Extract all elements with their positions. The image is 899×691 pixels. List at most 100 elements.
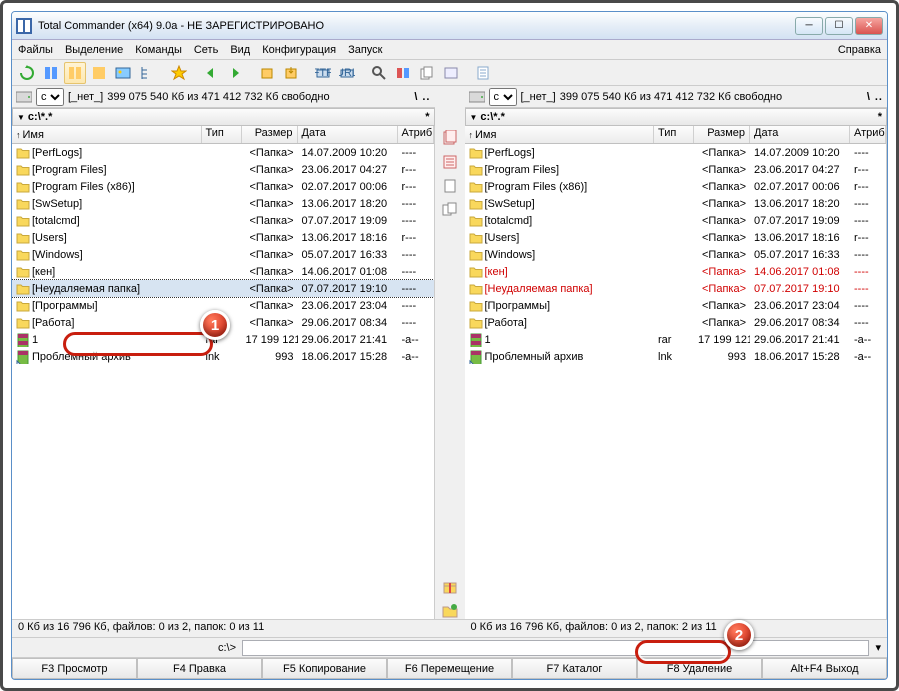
- left-drive-bar: c [_нет_] 399 075 540 Кб из 471 412 732 …: [12, 86, 435, 108]
- titlebar[interactable]: Total Commander (x64) 9.0a - НЕ ЗАРЕГИСТ…: [12, 12, 887, 40]
- svg-text:FTP: FTP: [315, 67, 331, 79]
- minimize-button[interactable]: ─: [795, 17, 823, 35]
- rar-icon: [469, 333, 483, 347]
- cmd-dropdown-icon[interactable]: ▾: [875, 641, 881, 654]
- left-file-list[interactable]: [PerfLogs]<Папка>14.07.2009 10:20----[Pr…: [12, 144, 434, 619]
- star-icon[interactable]: *: [878, 111, 882, 123]
- maximize-button[interactable]: ☐: [825, 17, 853, 35]
- right-path[interactable]: ▼c:\*.* *: [465, 108, 888, 126]
- left-panel: ↑Имя Тип Размер Дата Атриб [PerfLogs]<Па…: [12, 126, 435, 619]
- right-header[interactable]: ↑Имя Тип Размер Дата Атриб: [465, 126, 887, 144]
- file-row[interactable]: [Windows]<Папка>05.07.2017 16:33----: [465, 246, 887, 263]
- folder-icon: [469, 197, 483, 211]
- folder-icon: [469, 180, 483, 194]
- fkey-8[interactable]: F8 Удаление: [637, 658, 762, 679]
- left-root-button[interactable]: \: [414, 91, 418, 103]
- grid1-button[interactable]: [40, 62, 62, 84]
- fkey-5[interactable]: F5 Копирование: [262, 658, 387, 679]
- file-row[interactable]: [Неудаляемая папка]<Папка>07.07.2017 19:…: [12, 280, 434, 297]
- file-row[interactable]: [totalcmd]<Папка>07.07.2017 19:09----: [12, 212, 434, 229]
- right-drive-select[interactable]: c: [489, 88, 517, 106]
- pack-button[interactable]: [256, 62, 278, 84]
- dir-button[interactable]: [440, 62, 462, 84]
- file-row[interactable]: [Program Files (x86)]<Папка>02.07.2017 0…: [465, 178, 887, 195]
- rar-icon: [16, 333, 30, 347]
- folder-icon: [469, 146, 483, 160]
- grid3-button[interactable]: [88, 62, 110, 84]
- folder-icon: [16, 180, 30, 194]
- cmd-input[interactable]: [242, 640, 869, 656]
- right-file-list[interactable]: [PerfLogs]<Папка>14.07.2009 10:20----[Pr…: [465, 144, 887, 619]
- file-row[interactable]: [Программы]<Папка>23.06.2017 23:04----: [465, 297, 887, 314]
- left-header[interactable]: ↑Имя Тип Размер Дата Атриб: [12, 126, 434, 144]
- folder-icon: [16, 316, 30, 330]
- right-root-button[interactable]: \: [867, 91, 871, 103]
- cmd-prompt: c:\>: [218, 642, 236, 654]
- file-row[interactable]: [Program Files (x86)]<Папка>02.07.2017 0…: [12, 178, 434, 195]
- file-row[interactable]: 1rar17 199 12129.06.2017 21:41-a--: [465, 331, 887, 348]
- folder-add-icon[interactable]: [442, 603, 458, 619]
- file-row[interactable]: [кен]<Папка>14.06.2017 01:08----: [12, 263, 434, 280]
- left-drive-select[interactable]: c: [36, 88, 64, 106]
- left-path[interactable]: ▼c:\*.* *: [12, 108, 435, 126]
- menu-files[interactable]: Файлы: [18, 44, 53, 56]
- file-row[interactable]: [кен]<Папка>14.06.2017 01:08----: [465, 263, 887, 280]
- copy-button[interactable]: [416, 62, 438, 84]
- menu-config[interactable]: Конфигурация: [262, 44, 336, 56]
- fkey-4[interactable]: F4 Правка: [137, 658, 262, 679]
- url-button[interactable]: URL: [336, 62, 358, 84]
- file-row[interactable]: [SwSetup]<Папка>13.06.2017 18:20----: [465, 195, 887, 212]
- fkey-3[interactable]: F3 Просмотр: [12, 658, 137, 679]
- file-row[interactable]: [Program Files]<Папка>23.06.2017 04:27r-…: [465, 161, 887, 178]
- window-title: Total Commander (x64) 9.0a - НЕ ЗАРЕГИСТ…: [38, 20, 795, 32]
- tool-icon[interactable]: [442, 202, 458, 218]
- menu-commands[interactable]: Команды: [135, 44, 182, 56]
- tool-icon[interactable]: [442, 154, 458, 170]
- notepad-button[interactable]: [472, 62, 494, 84]
- close-button[interactable]: ✕: [855, 17, 883, 35]
- drive-icon: [16, 91, 32, 103]
- refresh-button[interactable]: [16, 62, 38, 84]
- file-row[interactable]: [Program Files]<Папка>23.06.2017 04:27r-…: [12, 161, 434, 178]
- menu-view[interactable]: Вид: [230, 44, 250, 56]
- file-row[interactable]: [SwSetup]<Папка>13.06.2017 18:20----: [12, 195, 434, 212]
- folder-icon: [16, 146, 30, 160]
- menu-start[interactable]: Запуск: [348, 44, 382, 56]
- file-row[interactable]: Проблемный архивlnk99318.06.2017 15:28-a…: [465, 348, 887, 365]
- file-row[interactable]: [PerfLogs]<Папка>14.07.2009 10:20----: [465, 144, 887, 161]
- image-button[interactable]: [112, 62, 134, 84]
- file-row[interactable]: [Работа]<Папка>29.06.2017 08:34----: [465, 314, 887, 331]
- gift-icon[interactable]: [442, 579, 458, 595]
- file-row[interactable]: [PerfLogs]<Папка>14.07.2009 10:20----: [12, 144, 434, 161]
- file-row[interactable]: [totalcmd]<Папка>07.07.2017 19:09----: [465, 212, 887, 229]
- lnk-icon: [469, 350, 483, 364]
- tree-button[interactable]: [136, 62, 158, 84]
- fkey-6[interactable]: F6 Перемещение: [387, 658, 512, 679]
- folder-icon: [16, 248, 30, 262]
- file-row[interactable]: [Users]<Папка>13.06.2017 18:16r---: [12, 229, 434, 246]
- toolbar: FTP URL: [12, 60, 887, 86]
- menu-selection[interactable]: Выделение: [65, 44, 123, 56]
- forward-button[interactable]: [224, 62, 246, 84]
- sync-button[interactable]: [392, 62, 414, 84]
- menu-help[interactable]: Справка: [838, 44, 881, 56]
- file-row[interactable]: [Неудаляемая папка]<Папка>07.07.2017 19:…: [465, 280, 887, 297]
- menu-net[interactable]: Сеть: [194, 44, 218, 56]
- star-button[interactable]: [168, 62, 190, 84]
- fkey-7[interactable]: F7 Каталог: [512, 658, 637, 679]
- find-button[interactable]: [368, 62, 390, 84]
- tool-icon[interactable]: [442, 178, 458, 194]
- right-drive-bar: c [_нет_] 399 075 540 Кб из 471 412 732 …: [465, 86, 888, 108]
- file-row[interactable]: [Users]<Папка>13.06.2017 18:16r---: [465, 229, 887, 246]
- file-row[interactable]: Проблемный архивlnk99318.06.2017 15:28-a…: [12, 348, 434, 365]
- tool-icon[interactable]: [442, 130, 458, 146]
- file-row[interactable]: [Windows]<Папка>05.07.2017 16:33----: [12, 246, 434, 263]
- ftp-button[interactable]: FTP: [312, 62, 334, 84]
- fkey-9[interactable]: Alt+F4 Выход: [762, 658, 887, 679]
- unpack-button[interactable]: [280, 62, 302, 84]
- star-icon[interactable]: *: [425, 111, 429, 123]
- right-up-button[interactable]: ..: [875, 91, 883, 103]
- left-up-button[interactable]: ..: [422, 91, 430, 103]
- grid2-button[interactable]: [64, 62, 86, 84]
- back-button[interactable]: [200, 62, 222, 84]
